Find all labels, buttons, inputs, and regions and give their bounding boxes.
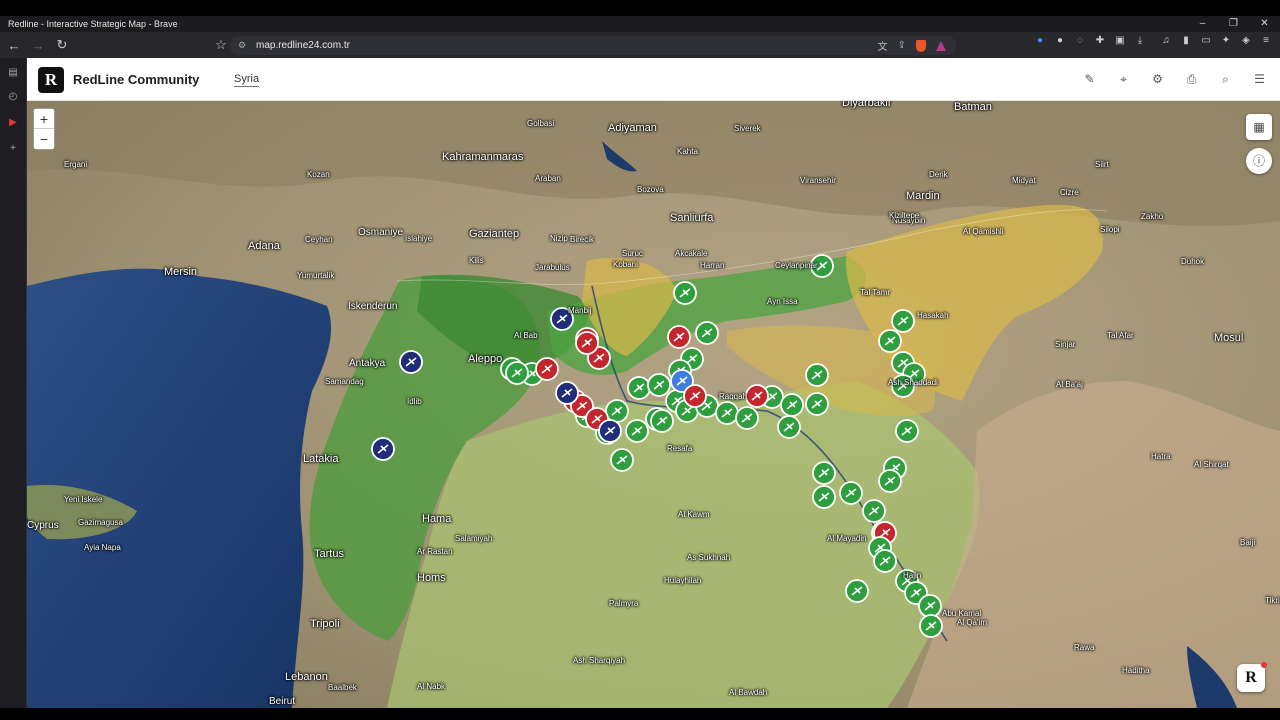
zoom-control: + − [33, 108, 55, 150]
hostile-unit-marker[interactable] [535, 357, 559, 381]
military-unit-marker[interactable] [839, 481, 863, 505]
extension-icon[interactable]: ● [1054, 35, 1066, 47]
settings-icon[interactable]: ⚙ [1149, 71, 1166, 88]
military-unit-marker[interactable] [878, 469, 902, 493]
military-unit-marker[interactable] [895, 419, 919, 443]
browser-window: { "window": {"title": "Redline - Interac… [0, 0, 1280, 720]
military-unit-marker[interactable] [650, 409, 674, 433]
screen-top-bar [0, 0, 1280, 16]
window-title: Redline - Interactive Strategic Map - Br… [0, 16, 1280, 32]
hostile-unit-marker[interactable] [667, 325, 691, 349]
menu-icon[interactable]: ☰ [1251, 71, 1268, 88]
military-unit-marker[interactable] [891, 374, 915, 398]
extension-icons: ● ● ◌ ✚ ▣ ⤓ ♫ ▮ ▭ ✦ ◈ ≡ [1034, 35, 1272, 47]
minimize-button[interactable]: – [1187, 16, 1218, 32]
navy-unit-marker[interactable] [371, 437, 395, 461]
navy-unit-marker[interactable] [598, 419, 622, 443]
military-unit-marker[interactable] [812, 461, 836, 485]
military-unit-marker[interactable] [862, 499, 886, 523]
hostile-unit-marker[interactable] [745, 384, 769, 408]
military-unit-marker[interactable] [812, 485, 836, 509]
military-unit-marker[interactable] [918, 594, 942, 618]
military-unit-marker[interactable] [715, 401, 739, 425]
military-unit-marker[interactable] [878, 329, 902, 353]
military-unit-marker[interactable] [873, 549, 897, 573]
draw-icon[interactable]: ✎ [1081, 71, 1098, 88]
military-unit-marker[interactable] [780, 393, 804, 417]
military-unit-marker[interactable] [810, 254, 834, 278]
window-controls: – ❐ ✕ [1187, 16, 1280, 32]
military-unit-marker[interactable] [805, 363, 829, 387]
address-bar[interactable]: ⚙ map.redline24.com.tr 文 ⇪ [230, 36, 956, 55]
url-text: map.redline24.com.tr [256, 40, 350, 51]
wallet-icon[interactable]: ▭ [1200, 35, 1212, 47]
map-info-button[interactable]: ⓘ [1246, 148, 1272, 174]
app-header: R RedLine Community Syria ✎ ⌖ ⚙ ⎙ ⌕ ☰ [27, 58, 1280, 101]
camera-icon[interactable]: ⎙ [1183, 71, 1200, 88]
sidebar-youtube-icon[interactable]: ▶ [6, 116, 20, 130]
vpn-icon[interactable]: ◈ [1240, 35, 1252, 47]
navy-unit-marker[interactable] [555, 381, 579, 405]
region-tab-syria[interactable]: Syria [234, 73, 260, 87]
puzzle-icon[interactable]: ✚ [1094, 35, 1106, 47]
extension-icon[interactable]: ● [1034, 35, 1046, 47]
back-button[interactable]: ← [4, 35, 24, 55]
app-title: RedLine Community [73, 72, 200, 87]
menu-icon[interactable]: ≡ [1260, 35, 1272, 47]
military-unit-marker[interactable] [673, 281, 697, 305]
hostile-unit-marker[interactable] [683, 384, 707, 408]
military-unit-marker[interactable] [505, 361, 529, 385]
strategic-map[interactable]: Diyarbakir Batman Adiyaman Siverek Kahra… [27, 101, 1280, 708]
map-canvas[interactable] [27, 101, 1280, 708]
military-unit-marker[interactable] [891, 309, 915, 333]
browser-toolbar: ← → ↻ ☆ ⚙ map.redline24.com.tr 文 ⇪ ● ● ◌… [0, 32, 1280, 58]
app-logo[interactable]: R [38, 67, 64, 93]
military-unit-marker[interactable] [605, 399, 629, 423]
browser-sidebar: ▤ ◴ ▶ + [0, 58, 27, 708]
brave-shields-icon[interactable] [916, 39, 926, 52]
extension-icon[interactable]: ◌ [1074, 35, 1086, 47]
music-icon[interactable]: ♫ [1160, 35, 1172, 47]
military-unit-marker[interactable] [610, 448, 634, 472]
sidebar-history-icon[interactable]: ◴ [6, 90, 20, 104]
download-icon[interactable]: ⤓ [1134, 35, 1146, 47]
sidebar-add-icon[interactable]: + [6, 142, 20, 156]
close-window-button[interactable]: ✕ [1249, 16, 1280, 32]
military-unit-marker[interactable] [845, 579, 869, 603]
share-icon[interactable]: ⇪ [898, 40, 906, 51]
navy-unit-marker[interactable] [399, 350, 423, 374]
translate-icon[interactable]: 文 [878, 38, 888, 53]
military-unit-marker[interactable] [627, 376, 651, 400]
sidebar-toggle-icon[interactable]: ▮ [1180, 35, 1192, 47]
header-toolbar: ✎ ⌖ ⚙ ⎙ ⌕ ☰ [1081, 71, 1268, 88]
military-unit-marker[interactable] [805, 392, 829, 416]
navy-unit-marker[interactable] [550, 307, 574, 331]
leo-icon[interactable]: ✦ [1220, 35, 1232, 47]
screen-bottom-bar [0, 708, 1280, 720]
forward-button[interactable]: → [28, 35, 48, 55]
military-unit-marker[interactable] [647, 373, 671, 397]
bookmark-icon[interactable]: ☆ [211, 35, 231, 55]
zoom-out-button[interactable]: − [34, 129, 54, 149]
brand-letter: R [1245, 669, 1257, 686]
military-unit-marker[interactable] [919, 614, 943, 638]
reload-button[interactable]: ↻ [52, 35, 72, 55]
sidebar-panel-icon[interactable]: ▤ [6, 66, 20, 80]
site-info-icon[interactable]: ⚙ [238, 40, 248, 51]
url-actions: 文 ⇪ [878, 36, 946, 55]
maximize-button[interactable]: ❐ [1218, 16, 1249, 32]
military-unit-marker[interactable] [695, 321, 719, 345]
search-icon[interactable]: ⌕ [1217, 71, 1234, 88]
screenshot-icon[interactable]: ▣ [1114, 35, 1126, 47]
notification-dot-icon [1261, 662, 1267, 668]
brave-rewards-icon[interactable] [936, 40, 946, 51]
location-pin-icon[interactable]: ⌖ [1115, 71, 1132, 88]
hostile-unit-marker[interactable] [575, 331, 599, 355]
map-layers-button[interactable]: ▦ [1246, 114, 1272, 140]
redline-brand-button[interactable]: R [1237, 662, 1267, 692]
military-unit-marker[interactable] [625, 419, 649, 443]
military-unit-marker[interactable] [735, 406, 759, 430]
zoom-in-button[interactable]: + [34, 109, 54, 129]
military-unit-marker[interactable] [777, 415, 801, 439]
